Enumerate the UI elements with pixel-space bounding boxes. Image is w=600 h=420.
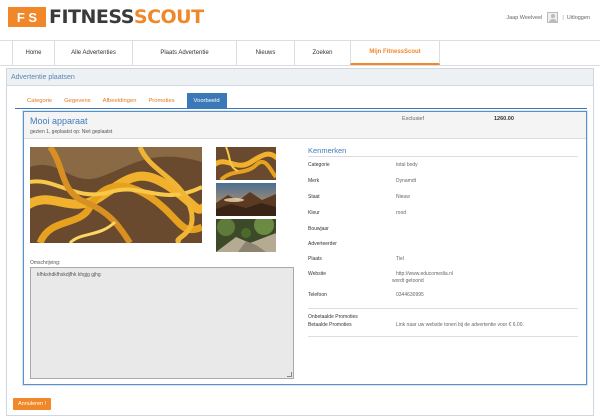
tab-categorie[interactable]: Categorie bbox=[21, 93, 58, 108]
prop-label-website: Website bbox=[308, 271, 326, 277]
tab-voorbeeld[interactable]: Voorbeeld bbox=[186, 93, 227, 108]
prop-value-telefoon: 0344630995 bbox=[396, 292, 424, 298]
nav-item-home[interactable]: Home bbox=[12, 41, 54, 65]
prop-label-kleur: Kleur bbox=[308, 210, 320, 216]
nav-item-plaats-advertentie[interactable]: Plaats Advertentie bbox=[132, 41, 236, 65]
prop-label-merk: Merk bbox=[308, 178, 320, 184]
nav-item-mijn-fitnessscout[interactable]: Mijn FitnessScout bbox=[350, 41, 440, 65]
thumbnail-3[interactable] bbox=[216, 219, 276, 252]
prop-value-staat: Nieuw bbox=[396, 194, 410, 200]
divider bbox=[308, 156, 578, 157]
separator: | bbox=[562, 14, 564, 21]
prop-value-website-note: wordt getoond bbox=[392, 278, 424, 284]
logo-word-fitness: FITNESS bbox=[49, 6, 134, 28]
main-nav: Home Alle Advertenties Plaats Advertenti… bbox=[0, 40, 600, 66]
paid-promotions-value: Link naar uw website tonen bij de advert… bbox=[396, 322, 524, 328]
prop-label-categorie: Categorie bbox=[308, 162, 330, 168]
logo-badge: F S bbox=[8, 7, 46, 27]
avatar[interactable] bbox=[547, 12, 559, 23]
ad-subtitle: gezien 1, geplaatst op: Niet geplaatst bbox=[30, 129, 113, 135]
tab-promoties[interactable]: Promoties bbox=[142, 93, 180, 108]
thumbnail-1[interactable] bbox=[216, 147, 276, 180]
nav-item-alle-advertenties[interactable]: Alle Advertenties bbox=[54, 41, 132, 65]
tab-underline bbox=[15, 108, 587, 109]
nav-item-zoeken[interactable]: Zoeken bbox=[294, 41, 350, 65]
kenmerken-title: Kenmerken bbox=[308, 146, 347, 155]
prop-value-website[interactable]: http://www.educomedia.nl bbox=[396, 271, 453, 277]
logo-word-scout: SCOUT bbox=[133, 6, 204, 28]
unpaid-promotions-label: Onbetaalde Promoties bbox=[308, 314, 358, 320]
prop-label-bouwjaar: Bouwjaar bbox=[308, 226, 329, 232]
main-product-image[interactable] bbox=[30, 147, 202, 243]
tab-gegevens[interactable]: Gegevens bbox=[58, 93, 96, 108]
prop-value-categorie: total body bbox=[396, 162, 418, 168]
prop-value-merk: Dynamdt bbox=[396, 178, 417, 184]
exclusive-label: Exclusief bbox=[402, 116, 425, 122]
main-panel: Advertentie plaatsen Categorie Gegevens … bbox=[6, 68, 594, 416]
logout-link[interactable]: Uitloggen bbox=[567, 15, 590, 21]
panel-title: Advertentie plaatsen bbox=[7, 69, 593, 86]
ad-price: 1260.00 bbox=[494, 116, 514, 122]
site-logo[interactable]: F S FITNESS SCOUT bbox=[8, 6, 204, 28]
user-bar: Jaap Weelveel | Uitloggen bbox=[506, 12, 590, 23]
prop-label-staat: Staat bbox=[308, 194, 320, 200]
divider bbox=[308, 336, 578, 337]
user-name[interactable]: Jaap Weelveel bbox=[506, 15, 542, 21]
description-label: Omschrijving: bbox=[30, 260, 61, 266]
cancel-button[interactable]: Annuleren ! bbox=[13, 398, 52, 410]
prop-label-plaats: Plaats bbox=[308, 256, 322, 262]
preview-header: Mooi apparaat gezien 1, geplaatst op: Ni… bbox=[24, 112, 586, 139]
prop-label-telefoon: Telefoon bbox=[308, 292, 327, 298]
paid-promotions-label: Betaalde Promoties bbox=[308, 322, 352, 328]
nav-item-nieuws[interactable]: Nieuws bbox=[236, 41, 294, 65]
divider bbox=[308, 308, 578, 309]
prop-label-adverteerder: Adverteerder bbox=[308, 241, 337, 247]
step-tabs: Categorie Gegevens Afbeeldingen Promotie… bbox=[21, 93, 227, 108]
tab-afbeeldingen[interactable]: Afbeeldingen bbox=[97, 93, 143, 108]
thumbnail-2[interactable] bbox=[216, 183, 276, 216]
description-textarea[interactable]: kfhkshdkfhskdjfhk khgjg gjhg bbox=[30, 267, 294, 379]
description-text: kfhkshdkfhskdjfhk khgjg gjhg bbox=[37, 272, 101, 278]
resize-handle[interactable] bbox=[287, 372, 292, 377]
prop-value-kleur: rood bbox=[396, 210, 407, 216]
ad-title: Mooi apparaat bbox=[30, 116, 88, 126]
prop-value-plaats: Tiel bbox=[396, 256, 404, 262]
ad-preview: Mooi apparaat gezien 1, geplaatst op: Ni… bbox=[23, 111, 587, 385]
